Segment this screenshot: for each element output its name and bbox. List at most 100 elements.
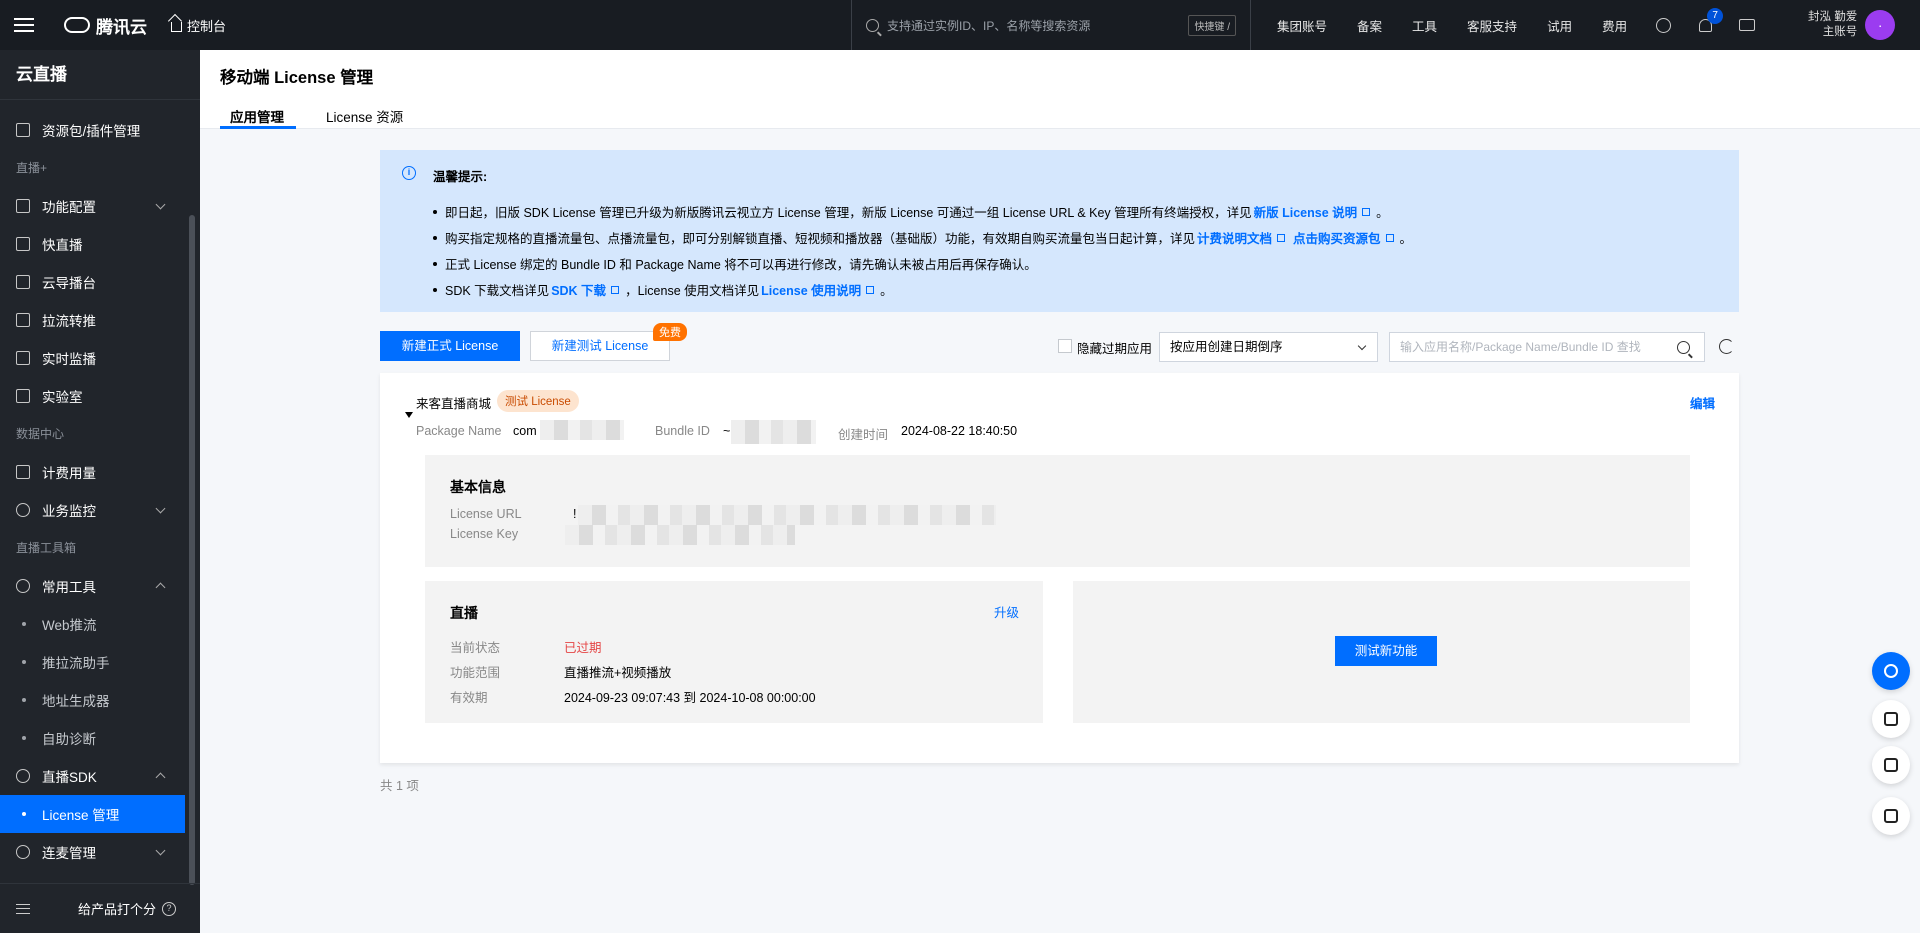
sidebar-item-sdk[interactable]: 直播SDK (0, 757, 200, 795)
menu-icon[interactable] (0, 0, 48, 50)
monitor-icon (16, 275, 30, 289)
sidebar-item-billing[interactable]: 计费用量 (0, 453, 200, 491)
package-label: Package Name (416, 424, 502, 438)
nav-tools[interactable]: 工具 (1412, 16, 1437, 35)
sidebar-scrollbar[interactable] (189, 215, 195, 885)
cart-icon[interactable] (1726, 0, 1768, 50)
sidebar-item-label: 连麦管理 (42, 846, 96, 861)
sdk-download-link[interactable]: SDK 下载 (551, 280, 606, 299)
sidebar-item-label: 自助诊断 (42, 732, 96, 747)
notice-text: 即日起，旧版 SDK License 管理已升级为新版腾讯云视立方 Licens… (445, 206, 1252, 220)
sidebar-sub-url-gen[interactable]: 地址生成器 (0, 681, 200, 719)
sidebar-item-feature[interactable]: 功能配置 (0, 187, 200, 225)
license-usage-link[interactable]: License 使用说明 (761, 280, 861, 299)
gauge-icon (16, 503, 30, 517)
edit-button[interactable]: 编辑 (1690, 393, 1715, 412)
search-placeholder: 支持通过实例ID、IP、名称等搜索资源 (887, 18, 1091, 33)
collapse-icon[interactable] (16, 903, 30, 914)
tab-indicator (220, 126, 296, 129)
validity-value: 2024-09-23 09:07:43 到 2024-10-08 00:00:0… (564, 691, 816, 705)
feedback-icon[interactable] (1642, 0, 1684, 50)
sidebar-sub-diagnosis[interactable]: 自助诊断 (0, 719, 200, 757)
cloud-assistant-button[interactable] (1872, 700, 1910, 738)
collapse-triangle-icon[interactable] (405, 412, 413, 418)
sidebar-item-director[interactable]: 云导播台 (0, 263, 200, 301)
book-icon (1884, 758, 1898, 772)
nav-group-account[interactable]: 集团账号 (1277, 16, 1327, 35)
sidebar-item-link[interactable]: 连麦管理 (0, 833, 200, 871)
upgrade-link[interactable]: 升级 (994, 602, 1019, 621)
sidebar-sub-push-helper[interactable]: 推拉流助手 (0, 643, 200, 681)
sidebar-item-relay[interactable]: 拉流转推 (0, 301, 200, 339)
bell-icon[interactable]: 7 (1684, 0, 1726, 50)
sidebar-item-resource[interactable]: 资源包/插件管理 (0, 111, 200, 149)
redacted-package (540, 420, 624, 440)
user-role: 主账号 (1822, 26, 1858, 38)
sidebar-item-label: 常用工具 (42, 580, 96, 595)
nav-trial[interactable]: 试用 (1547, 16, 1572, 35)
brand-logo[interactable]: 腾讯云 (64, 13, 147, 38)
search-icon[interactable] (1677, 341, 1690, 354)
package-icon (16, 123, 30, 137)
new-license-link[interactable]: 新版 License 说明 (1254, 202, 1358, 221)
brand-name: 腾讯云 (96, 17, 147, 37)
hide-expired-label[interactable]: 隐藏过期应用 (1077, 338, 1152, 357)
top-nav: 集团账号 备案 工具 客服支持 试用 费用 7 (1262, 0, 1768, 50)
sidebar-sub-web-push[interactable]: Web推流 (0, 605, 200, 643)
nav-filing[interactable]: 备案 (1357, 16, 1382, 35)
user-menu[interactable]: 封泓 勤爱 主账号 . (1808, 0, 1896, 50)
list-button[interactable] (1872, 797, 1910, 835)
created-label: 创建时间 (838, 428, 889, 442)
global-search[interactable]: 支持通过实例ID、IP、名称等搜索资源 快捷键 / (851, 0, 1251, 50)
new-test-license-button[interactable]: 新建测试 License (530, 331, 670, 361)
users-icon (16, 845, 30, 859)
app-search-input[interactable]: 输入应用名称/Package Name/Bundle ID 查找 (1389, 332, 1705, 362)
sidebar-item-label: 推拉流助手 (42, 656, 110, 671)
notice-line-1: 即日起，旧版 SDK License 管理已升级为新版腾讯云视立方 Licens… (433, 202, 1389, 221)
test-new-feature-button[interactable]: 测试新功能 (1335, 636, 1437, 666)
external-link-icon (1385, 233, 1394, 242)
notice-text: 正式 License 绑定的 Bundle ID 和 Package Name … (445, 258, 1037, 272)
buy-resource-link[interactable]: 点击购买资源包 (1293, 228, 1381, 247)
chevron-down-icon (155, 503, 166, 514)
avatar[interactable]: . (1865, 10, 1896, 40)
sidebar-item-business[interactable]: 业务监控 (0, 491, 200, 529)
help-icon[interactable]: ? (162, 901, 177, 916)
punct: 。 (1376, 206, 1389, 220)
docs-button[interactable] (1872, 746, 1910, 784)
sidebar-item-label: 云导播台 (42, 276, 96, 291)
notice-line-3: 正式 License 绑定的 Bundle ID 和 Package Name … (433, 254, 1037, 273)
nav-billing[interactable]: 费用 (1602, 16, 1627, 35)
billing-doc-link[interactable]: 计费说明文档 (1197, 228, 1272, 247)
validity-label: 有效期 (450, 691, 488, 705)
customer-service-button[interactable] (1872, 652, 1910, 690)
nav-support[interactable]: 客服支持 (1467, 16, 1517, 35)
tab-license-resource[interactable]: License 资源 (326, 106, 403, 126)
notice-panel: i 温馨提示: 即日起，旧版 SDK License 管理已升级为新版腾讯云视立… (380, 150, 1739, 312)
sort-select[interactable]: 按应用创建日期倒序 (1159, 332, 1378, 362)
notification-badge: 7 (1707, 8, 1724, 24)
play-icon (16, 769, 30, 783)
sidebar-item-monitor[interactable]: 实时监播 (0, 339, 200, 377)
new-formal-license-button[interactable]: 新建正式 License (380, 331, 520, 361)
sidebar-item-lab[interactable]: 实验室 (0, 377, 200, 415)
status-badge: 已过期 (564, 641, 602, 655)
user-name: 封泓 勤爱 (1808, 11, 1858, 23)
notice-line-4: SDK 下载文档详见 SDK 下载 ，License 使用文档详见 License… (433, 280, 893, 299)
sidebar-item-label: Web推流 (42, 618, 97, 633)
tab-app-management[interactable]: 应用管理 (230, 106, 284, 126)
sidebar-item-label: 拉流转推 (42, 314, 96, 329)
rate-product-link[interactable]: 给产品打个分 (78, 899, 156, 918)
hide-expired-checkbox[interactable] (1058, 339, 1072, 353)
page-header: 移动端 License 管理 应用管理 License 资源 (200, 50, 1920, 129)
notice-text: 购买指定规格的直播流量包、点播流量包，即可分别解锁直播、短视频和播放器（基础版）… (445, 232, 1196, 246)
sidebar-item-label: 直播SDK (42, 770, 97, 785)
sliders-icon (16, 199, 30, 213)
list-icon (1884, 809, 1898, 823)
sidebar-sub-license[interactable]: License 管理 (0, 795, 185, 833)
refresh-icon[interactable] (1719, 339, 1734, 354)
console-link[interactable]: 控制台 (171, 16, 226, 35)
redacted-bundle (731, 420, 816, 444)
sidebar-item-quick[interactable]: 快直播 (0, 225, 200, 263)
sidebar-item-common-tools[interactable]: 常用工具 (0, 567, 200, 605)
